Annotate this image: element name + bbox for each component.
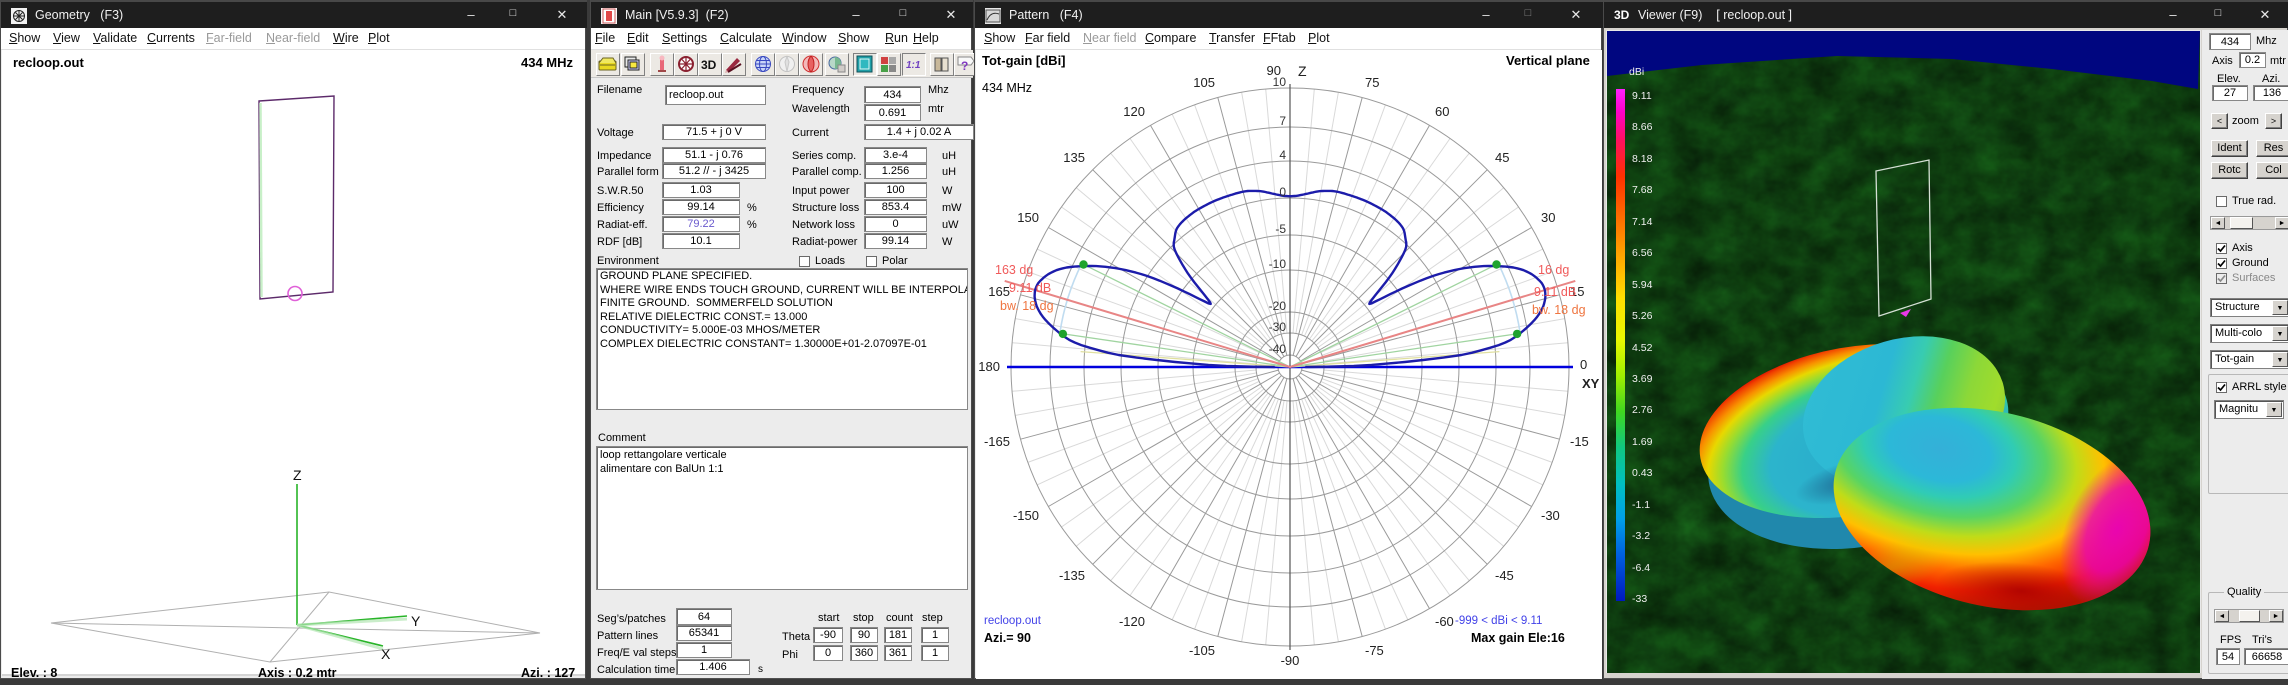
svg-text:-90: -90: [1281, 653, 1300, 668]
svg-text:105: 105: [1193, 75, 1215, 90]
svg-text:-3.2: -3.2: [1632, 530, 1650, 542]
svg-text:-1.1: -1.1: [1632, 499, 1650, 511]
svg-text:-30: -30: [1541, 508, 1560, 523]
svg-text:XY: XY: [1582, 376, 1600, 391]
svg-text:-45: -45: [1495, 568, 1514, 583]
svg-text:1.69: 1.69: [1632, 436, 1653, 448]
svg-text:-135: -135: [1059, 568, 1085, 583]
svg-text:135: 135: [1063, 150, 1085, 165]
svg-text:10: 10: [1273, 75, 1287, 89]
svg-text:-120: -120: [1119, 614, 1145, 629]
svg-text:0: 0: [1279, 185, 1286, 199]
svg-text:0.43: 0.43: [1632, 467, 1653, 479]
svg-text:-20: -20: [1269, 299, 1287, 313]
svg-text:-40: -40: [1269, 342, 1287, 356]
svg-text:-33: -33: [1632, 593, 1647, 605]
svg-text:0: 0: [1580, 357, 1587, 372]
svg-text:Y: Y: [411, 613, 421, 629]
svg-text:-75: -75: [1365, 643, 1384, 658]
svg-text:-15: -15: [1570, 434, 1589, 449]
svg-text:4: 4: [1279, 148, 1286, 162]
svg-text:-30: -30: [1269, 320, 1287, 334]
svg-text:2.76: 2.76: [1632, 404, 1653, 416]
svg-text:45: 45: [1495, 150, 1509, 165]
svg-text:150: 150: [1017, 210, 1039, 225]
svg-text:120: 120: [1123, 104, 1145, 119]
svg-text:7.14: 7.14: [1632, 216, 1653, 228]
svg-text:-5: -5: [1275, 222, 1286, 236]
svg-text:5.94: 5.94: [1632, 279, 1653, 291]
svg-text:16 dg: 16 dg: [1538, 263, 1569, 277]
svg-text:7.68: 7.68: [1632, 184, 1653, 196]
svg-text:9.11: 9.11: [1632, 90, 1652, 102]
svg-text:X: X: [381, 646, 391, 662]
svg-text:bw. 18 dg: bw. 18 dg: [1000, 299, 1054, 313]
svg-text:-105: -105: [1189, 643, 1215, 658]
svg-text:Z: Z: [1298, 63, 1307, 79]
svg-text:60: 60: [1435, 104, 1449, 119]
svg-text:9.11 dB: 9.11 dB: [1534, 285, 1576, 299]
svg-text:bw. 18 dg: bw. 18 dg: [1532, 303, 1586, 317]
svg-text:8.18: 8.18: [1632, 153, 1653, 165]
svg-text:163 dg: 163 dg: [995, 263, 1033, 277]
svg-text:75: 75: [1365, 75, 1379, 90]
svg-text:-60: -60: [1435, 614, 1454, 629]
svg-text:dBi: dBi: [1629, 66, 1644, 78]
svg-text:3.69: 3.69: [1632, 373, 1653, 385]
svg-text:-165: -165: [984, 434, 1010, 449]
svg-text:-150: -150: [1013, 508, 1039, 523]
svg-text:9.11 dB: 9.11 dB: [1009, 281, 1051, 295]
svg-text:-6.4: -6.4: [1632, 562, 1650, 574]
svg-text:180: 180: [978, 359, 1000, 374]
svg-text:7: 7: [1279, 114, 1286, 128]
svg-text:4.52: 4.52: [1632, 342, 1653, 354]
svg-text:30: 30: [1541, 210, 1555, 225]
svg-text:8.66: 8.66: [1632, 121, 1653, 133]
svg-text:165: 165: [988, 284, 1010, 299]
svg-text:Z: Z: [293, 467, 302, 483]
svg-text:-10: -10: [1269, 257, 1287, 271]
svg-text:5.26: 5.26: [1632, 310, 1653, 322]
svg-text:6.56: 6.56: [1632, 247, 1653, 259]
